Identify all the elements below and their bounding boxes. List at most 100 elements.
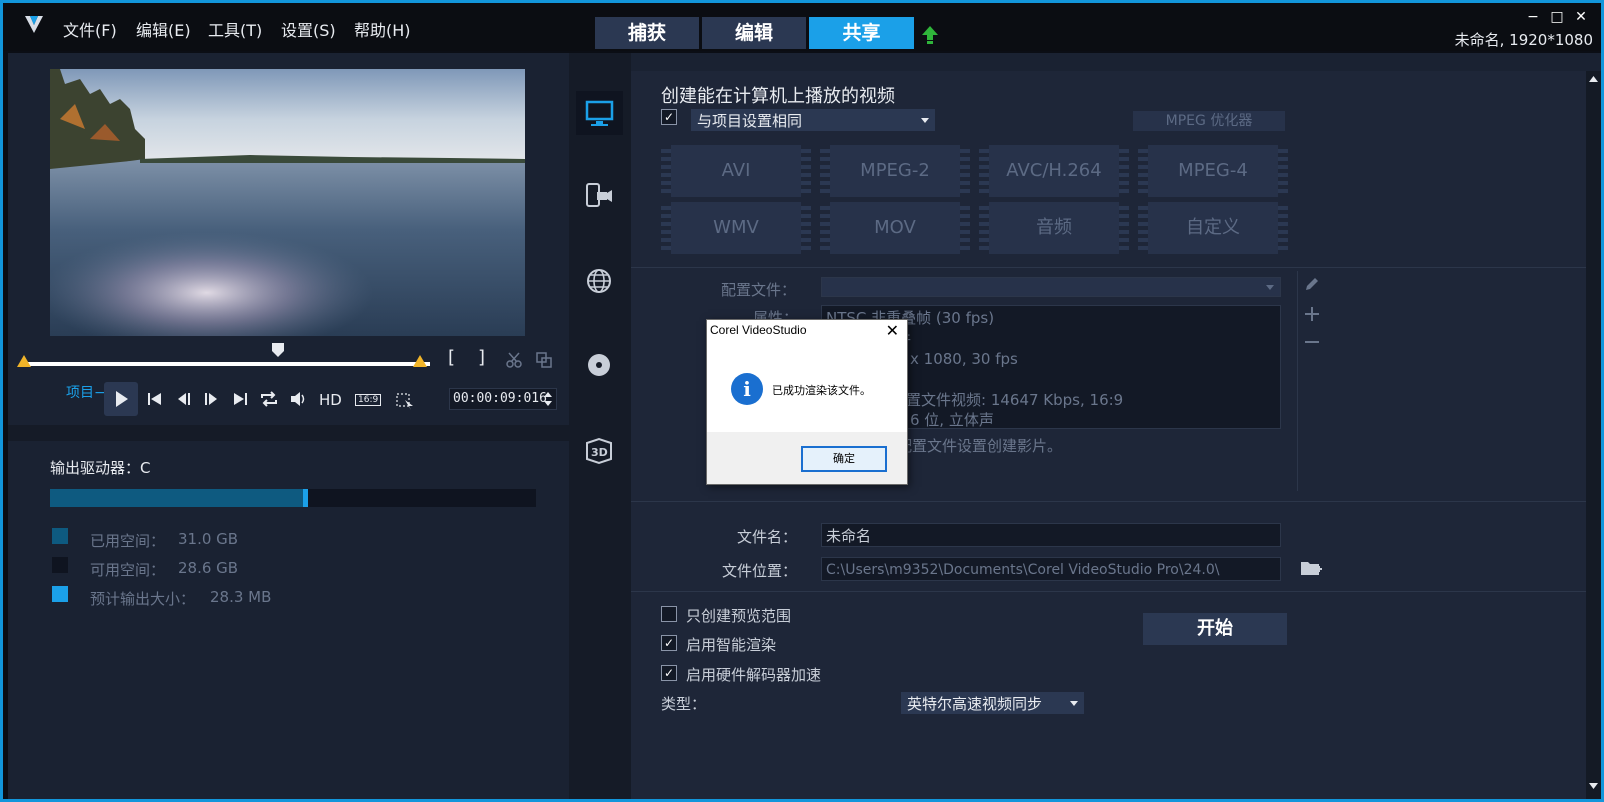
- filename-input[interactable]: 未命名: [821, 523, 1281, 547]
- trim-end-handle[interactable]: [413, 355, 427, 367]
- ok-button[interactable]: 确定: [801, 446, 887, 472]
- split-clip-icon[interactable]: [505, 351, 523, 369]
- free-space-value: 28.6 GB: [178, 559, 239, 577]
- profile-dropdown[interactable]: [821, 277, 1281, 297]
- legend-swatch-free: [52, 557, 68, 573]
- tab-edit[interactable]: 编辑: [702, 17, 806, 49]
- browse-folder-icon[interactable]: [1299, 557, 1323, 579]
- estimated-size-value: 28.3 MB: [210, 588, 272, 606]
- share-category-nav: 3D: [569, 53, 631, 799]
- enlarge-preview-icon[interactable]: [535, 351, 553, 369]
- free-space-label: 可用空间：: [90, 561, 166, 579]
- section-divider: [631, 267, 1586, 268]
- tab-share[interactable]: 共享: [809, 17, 914, 49]
- dialog-message: 已成功渲染该文件。: [772, 384, 871, 397]
- chevron-down-icon: [921, 118, 929, 123]
- trim-start-handle[interactable]: [17, 355, 31, 367]
- add-profile-icon[interactable]: [1303, 305, 1321, 323]
- edit-profile-icon[interactable]: [1303, 275, 1321, 293]
- filename-label: 文件名：: [737, 528, 798, 546]
- volume-icon[interactable]: [289, 390, 309, 408]
- menu-help[interactable]: 帮助(H): [354, 17, 411, 41]
- play-button[interactable]: [104, 382, 138, 416]
- preview-image: [50, 69, 525, 336]
- vertical-scrollbar[interactable]: [1586, 71, 1601, 799]
- same-as-project-value: 与项目设置相同: [697, 112, 803, 130]
- next-frame-icon[interactable]: [202, 391, 220, 407]
- panel-divider: [8, 425, 569, 441]
- previous-frame-icon[interactable]: [175, 391, 193, 407]
- type-value: 英特尔高速视频同步: [907, 695, 1043, 713]
- preview-range-label: 只创建预览范围: [686, 607, 792, 625]
- mark-in-button[interactable]: [: [448, 347, 455, 368]
- project-info: 未命名, 1920*1080: [1454, 31, 1593, 49]
- mark-out-button[interactable]: ]: [478, 347, 485, 368]
- share-heading: 创建能在计算机上播放的视频: [661, 86, 895, 107]
- menu-file[interactable]: 文件(F): [63, 17, 117, 41]
- legend-swatch-estimated: [52, 586, 68, 602]
- resize-crop-icon[interactable]: [395, 392, 419, 412]
- menu-settings[interactable]: 设置(S): [281, 17, 336, 41]
- dialog-title: Corel VideoStudio: [710, 323, 807, 337]
- format-wmv[interactable]: WMV: [661, 202, 811, 254]
- location-label: 文件位置：: [722, 562, 798, 580]
- upload-icon[interactable]: [921, 25, 939, 45]
- close-window-button[interactable]: ✕: [1571, 9, 1591, 25]
- section-divider: [631, 501, 1586, 502]
- smart-render-checkbox[interactable]: ✓: [661, 635, 677, 651]
- nav-computer[interactable]: [576, 91, 623, 135]
- repeat-icon[interactable]: [259, 390, 279, 408]
- profile-label: 配置文件：: [721, 281, 797, 299]
- location-input[interactable]: C:\Users\m9352\Documents\Corel VideoStud…: [821, 557, 1281, 581]
- disc-icon[interactable]: [585, 351, 613, 379]
- maximize-button[interactable]: □: [1547, 9, 1567, 25]
- format-audio[interactable]: 音频: [979, 202, 1129, 254]
- used-space-label: 已用空间：: [90, 532, 166, 550]
- hw-decoder-checkbox[interactable]: ✓: [661, 665, 677, 681]
- format-avc[interactable]: AVC/H.264: [979, 145, 1129, 197]
- minimize-button[interactable]: −: [1523, 9, 1543, 25]
- go-to-end-icon[interactable]: [231, 391, 249, 407]
- info-icon: i: [731, 373, 763, 405]
- 3d-icon[interactable]: 3D: [583, 437, 615, 465]
- legend-swatch-used: [52, 528, 68, 544]
- app-window: 文件(F) 编辑(E) 工具(T) 设置(S) 帮助(H) 捕获 编辑 共享 −…: [0, 0, 1604, 802]
- remove-profile-icon[interactable]: [1303, 333, 1321, 351]
- tools-divider: [1297, 271, 1298, 491]
- menu-tools[interactable]: 工具(T): [208, 17, 262, 41]
- format-mpeg4[interactable]: MPEG-4: [1138, 145, 1288, 197]
- scroll-up-icon[interactable]: [1586, 72, 1601, 86]
- playhead-handle[interactable]: [271, 343, 285, 357]
- output-drive-label: 输出驱动器：C: [50, 459, 151, 477]
- format-mov[interactable]: MOV: [820, 202, 970, 254]
- disk-usage-bar: [50, 489, 536, 507]
- timecode-stepper-icon[interactable]: [543, 390, 553, 408]
- go-to-start-icon[interactable]: [146, 391, 164, 407]
- same-as-project-dropdown[interactable]: 与项目设置相同: [691, 109, 935, 131]
- menu-edit[interactable]: 编辑(E): [136, 17, 191, 41]
- chevron-down-icon: [1266, 285, 1274, 290]
- web-globe-icon[interactable]: [585, 267, 613, 295]
- format-avi[interactable]: AVI: [661, 145, 811, 197]
- estimated-output-marker: [303, 489, 308, 507]
- format-mpeg2[interactable]: MPEG-2: [820, 145, 970, 197]
- tab-capture[interactable]: 捕获: [595, 17, 699, 49]
- timecode-field[interactable]: 00:00:09:016: [449, 388, 557, 410]
- same-as-project-checkbox[interactable]: ✓: [661, 109, 677, 125]
- format-custom[interactable]: 自定义: [1138, 202, 1288, 254]
- dialog-close-button[interactable]: ✕: [886, 321, 899, 340]
- hd-toggle[interactable]: HD: [319, 391, 342, 409]
- project-mode-label[interactable]: 项目−: [66, 382, 106, 402]
- aspect-ratio-button[interactable]: 16:9: [355, 394, 382, 406]
- device-icon[interactable]: [583, 181, 615, 211]
- estimated-size-label: 预计输出大小：: [90, 590, 196, 608]
- mpeg-optimizer-button[interactable]: MPEG 优化器: [1133, 111, 1285, 131]
- start-button[interactable]: 开始: [1143, 613, 1287, 645]
- video-preview[interactable]: [50, 69, 525, 336]
- type-dropdown[interactable]: 英特尔高速视频同步: [901, 692, 1084, 714]
- play-icon: [116, 391, 128, 407]
- scroll-down-icon[interactable]: [1586, 779, 1601, 793]
- section-divider: [631, 591, 1586, 592]
- preview-range-checkbox[interactable]: [661, 606, 677, 622]
- scrubber-track[interactable]: [23, 362, 430, 366]
